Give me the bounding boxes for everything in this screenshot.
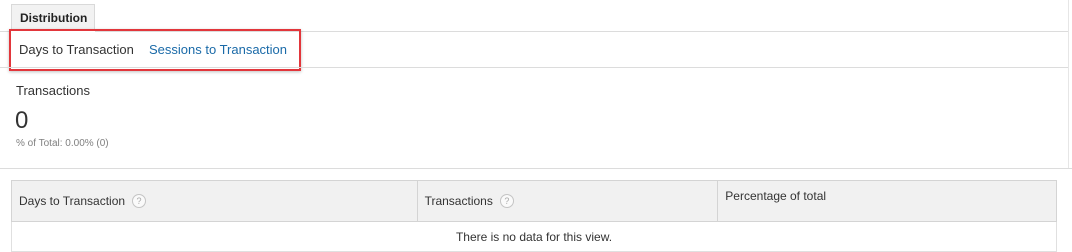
help-icon[interactable]: ?	[132, 194, 147, 209]
table-row: There is no data for this view.	[11, 221, 1057, 252]
column-header-label: Transactions	[424, 193, 493, 208]
metric-value: 0	[15, 107, 29, 134]
tab-distribution[interactable]: Distribution	[11, 4, 95, 31]
metric-label: Transactions	[16, 83, 90, 98]
data-table: Days to Transaction? Transactions? Perce…	[11, 180, 1057, 252]
metric-percent-of-total: % of Total: 0.00% (0)	[16, 138, 109, 149]
column-header-days-to-transaction[interactable]: Days to Transaction?	[11, 180, 418, 222]
column-header-label: Percentage of total	[725, 189, 827, 203]
table-header-row: Days to Transaction? Transactions? Perce…	[11, 180, 1057, 222]
divider	[1068, 0, 1069, 168]
divider	[0, 168, 1072, 169]
column-header-transactions[interactable]: Transactions?	[416, 180, 719, 222]
empty-message: There is no data for this view.	[11, 221, 1057, 252]
divider	[0, 67, 1068, 68]
column-header-percentage-of-total[interactable]: Percentage of total	[717, 180, 1057, 222]
highlight-box	[9, 29, 301, 71]
tab-bar: Distribution	[0, 0, 1072, 31]
column-header-label: Days to Transaction	[19, 193, 126, 208]
help-icon[interactable]: ?	[499, 194, 514, 209]
